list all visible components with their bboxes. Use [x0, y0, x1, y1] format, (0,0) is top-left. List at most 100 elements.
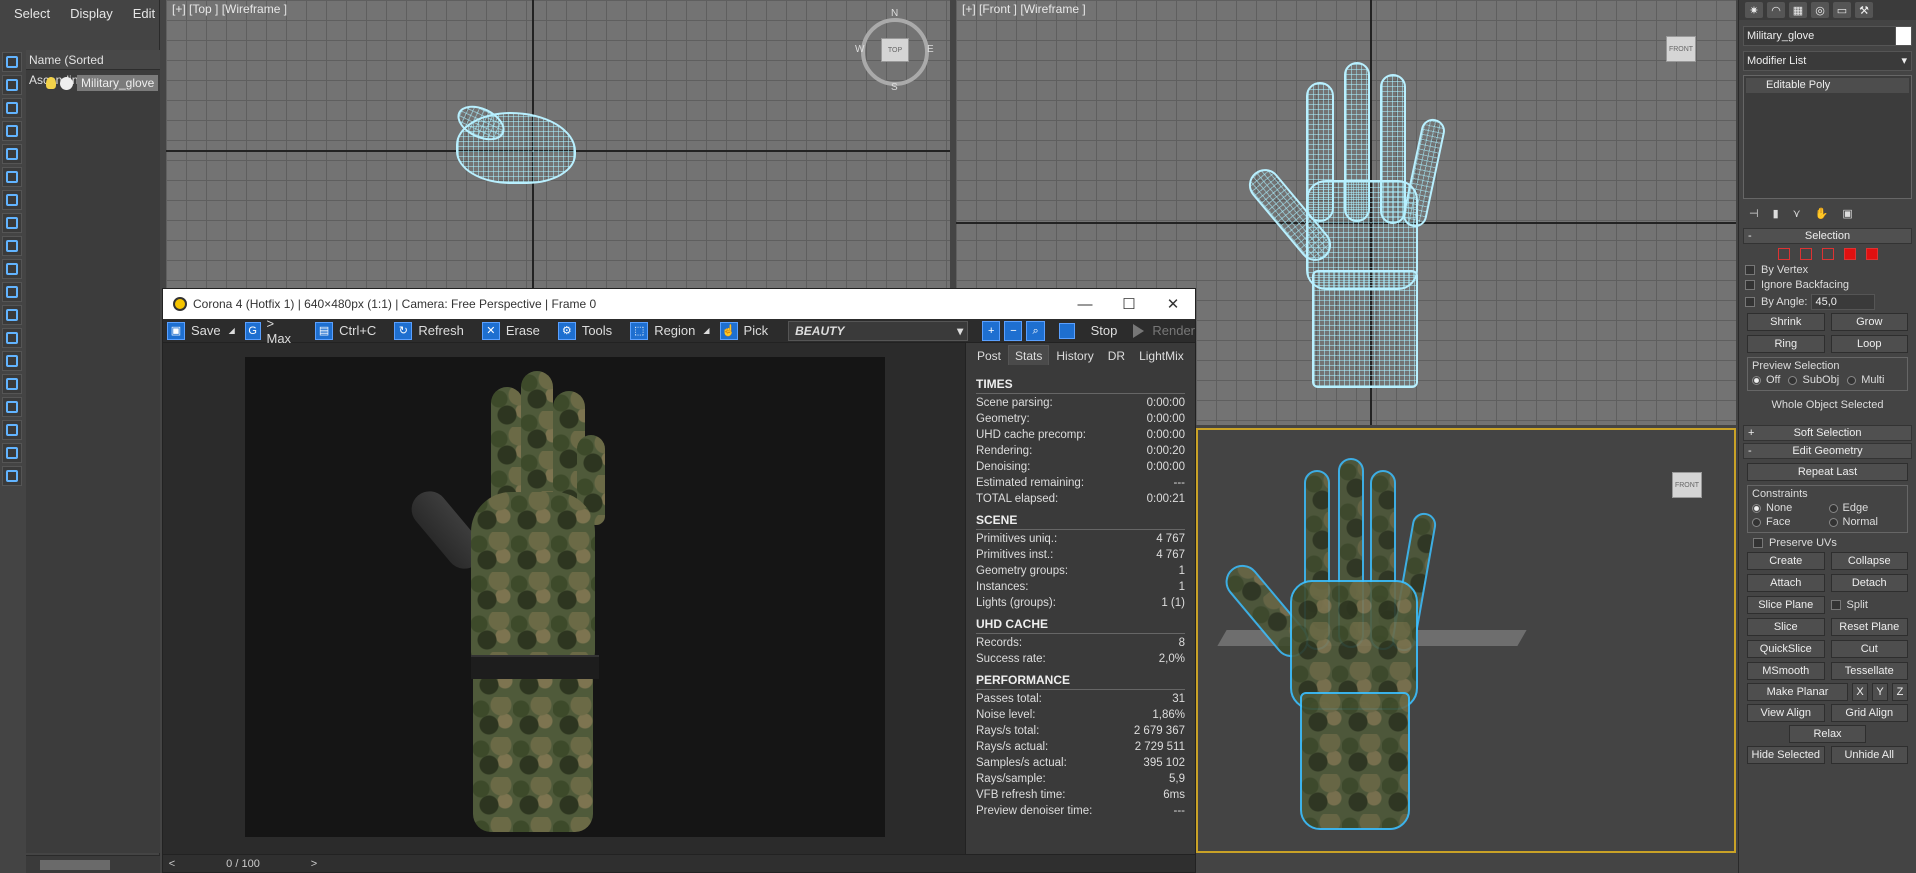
- ring-button[interactable]: Ring: [1747, 335, 1825, 353]
- polygon-level-icon[interactable]: [1843, 248, 1856, 260]
- select-objects-button[interactable]: [2, 52, 22, 72]
- detach-button[interactable]: Detach: [1830, 574, 1908, 592]
- grid-align-button[interactable]: Grid Align: [1830, 704, 1908, 722]
- display-all-button[interactable]: [2, 351, 22, 371]
- ignore-backfacing-checkbox[interactable]: Ignore Backfacing: [1745, 279, 1910, 291]
- tab-dr[interactable]: DR: [1101, 345, 1132, 365]
- glove-shaded-cuff[interactable]: [1300, 692, 1410, 830]
- refresh-button[interactable]: ↻ Refresh: [390, 319, 472, 343]
- minimize-icon[interactable]: —: [1063, 296, 1107, 313]
- hierarchy-tab-icon[interactable]: ▦: [1789, 2, 1807, 18]
- constraint-edge-radio[interactable]: Edge: [1828, 502, 1904, 514]
- motion-tab-icon[interactable]: ◎: [1811, 2, 1829, 18]
- planar-y-button[interactable]: Y: [1872, 683, 1888, 701]
- attach-button[interactable]: Attach: [1747, 574, 1825, 592]
- modifier-stack[interactable]: Editable Poly: [1743, 75, 1912, 199]
- viewport-top[interactable]: [+] [Top ] [Wireframe ] N S E W TOP: [166, 0, 950, 290]
- render-image[interactable]: [245, 357, 885, 837]
- display-bones-button[interactable]: [2, 259, 22, 279]
- display-lights-button[interactable]: [2, 121, 22, 141]
- make-planar-button[interactable]: Make Planar: [1747, 683, 1848, 701]
- close-icon[interactable]: ✕: [1151, 295, 1195, 313]
- repeat-last-button[interactable]: Repeat Last: [1747, 463, 1908, 481]
- planar-z-button[interactable]: Z: [1892, 683, 1908, 701]
- display-tab-icon[interactable]: ▭: [1833, 2, 1851, 18]
- menu-edit[interactable]: Edit: [133, 6, 155, 21]
- display-frozen-button[interactable]: [2, 305, 22, 325]
- to-max-button[interactable]: G > Max: [241, 316, 305, 346]
- selection-rollout-header[interactable]: Selection: [1743, 228, 1912, 244]
- menu-display[interactable]: Display: [70, 6, 113, 21]
- menu-select[interactable]: Select: [14, 6, 50, 21]
- quickslice-button[interactable]: QuickSlice: [1747, 640, 1825, 658]
- zoom-fit-button[interactable]: ⌕: [1026, 320, 1045, 341]
- tessellate-button[interactable]: Tessellate: [1830, 662, 1908, 680]
- display-spacewarps-button[interactable]: [2, 190, 22, 210]
- object-name-field[interactable]: Military_glove: [1743, 26, 1912, 46]
- glove-shaded-palm[interactable]: [1290, 580, 1418, 710]
- object-name[interactable]: Military_glove: [77, 75, 159, 91]
- display-geometry-button[interactable]: [2, 75, 22, 95]
- angle-spinner[interactable]: 45,0: [1811, 294, 1876, 310]
- preview-multi-radio[interactable]: Multi: [1847, 374, 1884, 386]
- maximize-icon[interactable]: ☐: [1107, 295, 1151, 313]
- preview-subobj-radio[interactable]: SubObj: [1788, 374, 1839, 386]
- unhide-all-button[interactable]: Unhide All: [1830, 746, 1908, 764]
- viewcube-compass[interactable]: N S E W TOP: [855, 8, 934, 93]
- modify-tab-icon[interactable]: ◠: [1767, 2, 1785, 18]
- display-helpers-button[interactable]: [2, 167, 22, 187]
- edge-level-icon[interactable]: [1799, 248, 1812, 260]
- slice-plane-button[interactable]: Slice Plane: [1747, 596, 1825, 614]
- viewport-label[interactable]: [+] [Top ] [Wireframe ]: [172, 2, 287, 16]
- shrink-button[interactable]: Shrink: [1747, 313, 1825, 331]
- viewcube[interactable]: TOP: [881, 38, 909, 62]
- create-button[interactable]: Create: [1747, 552, 1825, 570]
- pick-button[interactable]: ☝ Pick: [716, 319, 777, 343]
- vertex-level-icon[interactable]: [1777, 248, 1790, 260]
- configure-sets-icon[interactable]: ▣: [1842, 207, 1852, 220]
- relax-button[interactable]: Relax: [1789, 725, 1866, 743]
- prev-page-button[interactable]: <: [163, 858, 181, 870]
- tab-lightmix[interactable]: LightMix: [1132, 345, 1191, 365]
- edit-geometry-rollout-header[interactable]: Edit Geometry: [1743, 443, 1912, 459]
- display-containers-button[interactable]: [2, 282, 22, 302]
- explorer-column-header[interactable]: Name (Sorted Ascending): [26, 50, 160, 87]
- tools-button[interactable]: ⚙ Tools: [554, 319, 620, 343]
- border-level-icon[interactable]: [1821, 248, 1834, 260]
- render-button[interactable]: Render: [1133, 323, 1195, 338]
- viewport-label[interactable]: [+] [Front ] [Wireframe ]: [962, 2, 1086, 16]
- glove-wireframe-cuff[interactable]: [1312, 270, 1418, 388]
- region-button[interactable]: ⬚ Region ◢: [626, 319, 710, 343]
- split-checkbox[interactable]: Split: [1830, 596, 1909, 614]
- zoom-in-button[interactable]: +: [982, 320, 1001, 341]
- tab-history[interactable]: History: [1049, 345, 1100, 365]
- viewcube[interactable]: FRONT: [1672, 472, 1702, 498]
- layer-filter-button[interactable]: [2, 443, 22, 463]
- preserve-uvs-checkbox[interactable]: Preserve UVs: [1753, 537, 1910, 549]
- copy-button[interactable]: ▤ Ctrl+C: [311, 319, 384, 343]
- render-area[interactable]: [163, 343, 965, 854]
- by-angle-checkbox[interactable]: [1745, 297, 1755, 307]
- by-vertex-checkbox[interactable]: By Vertex: [1745, 264, 1910, 276]
- display-none-button[interactable]: [2, 374, 22, 394]
- stop-button[interactable]: Stop: [1058, 322, 1117, 339]
- light-bulb-icon[interactable]: [46, 77, 56, 89]
- save-button[interactable]: ▣ Save ◢: [163, 319, 235, 343]
- collapse-button[interactable]: Collapse: [1830, 552, 1908, 570]
- make-unique-icon[interactable]: ⋎: [1793, 207, 1801, 220]
- modifier-list-dropdown[interactable]: Modifier List ▾: [1743, 51, 1912, 71]
- viewcube[interactable]: FRONT: [1666, 36, 1696, 62]
- element-level-icon[interactable]: [1865, 248, 1878, 260]
- view-align-button[interactable]: View Align: [1747, 704, 1825, 722]
- remove-modifier-icon[interactable]: ✋: [1815, 207, 1829, 220]
- vfb-titlebar[interactable]: Corona 4 (Hotfix 1) | 640×480px (1:1) | …: [163, 289, 1195, 319]
- erase-button[interactable]: ✕ Erase: [478, 319, 548, 343]
- display-hidden-button[interactable]: [2, 328, 22, 348]
- constraint-face-radio[interactable]: Face: [1752, 516, 1827, 528]
- cut-button[interactable]: Cut: [1830, 640, 1908, 658]
- object-color-swatch[interactable]: [1895, 27, 1911, 45]
- layer-manager-button[interactable]: [2, 466, 22, 486]
- next-page-button[interactable]: >: [305, 858, 323, 870]
- loop-button[interactable]: Loop: [1830, 335, 1908, 353]
- visibility-icon[interactable]: [60, 76, 73, 90]
